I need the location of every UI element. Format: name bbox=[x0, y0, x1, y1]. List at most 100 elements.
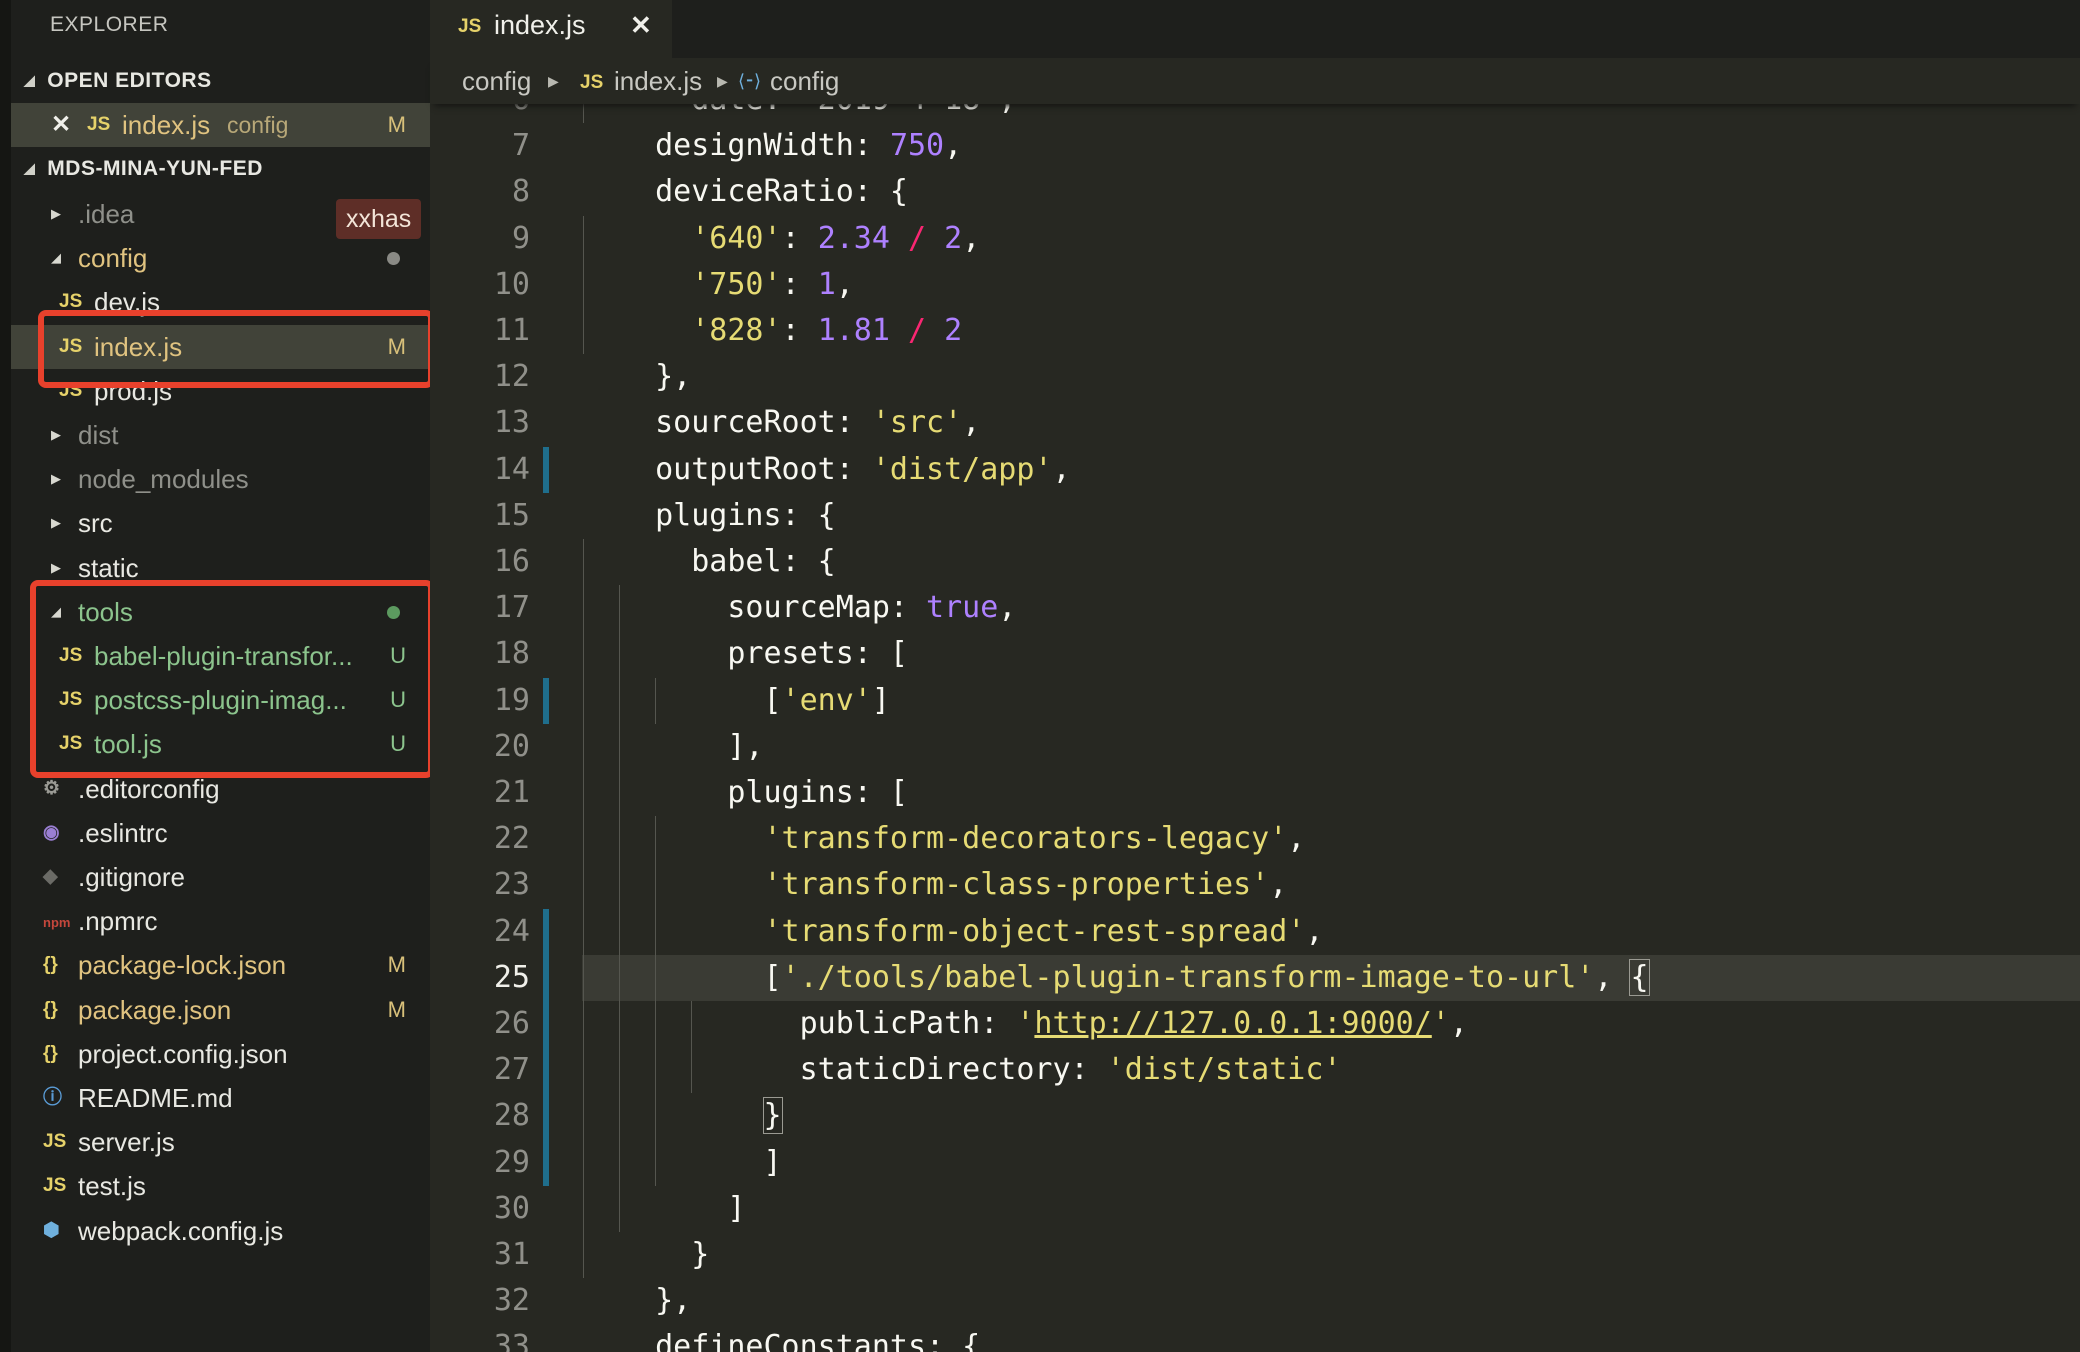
tab-index-js[interactable]: JS index.js ✕ bbox=[430, 0, 672, 58]
code-token: ], bbox=[619, 728, 764, 764]
code-line[interactable]: 'transform-object-rest-spread', bbox=[619, 909, 1324, 955]
line-number: 27 bbox=[493, 1052, 530, 1088]
tree-file[interactable]: {} package-lock.json M bbox=[11, 943, 430, 987]
breadcrumb-symbol[interactable]: config bbox=[770, 58, 839, 104]
code-line[interactable]: }, bbox=[619, 1278, 691, 1324]
git-change-marker[interactable] bbox=[543, 908, 549, 1186]
explorer-title: EXPLORER bbox=[50, 13, 169, 36]
tree-file[interactable]: ◉ .eslintrc bbox=[11, 811, 430, 855]
code-line[interactable]: publicPath: 'http://127.0.0.1:9000/', bbox=[619, 1001, 1468, 1047]
code-token: [ bbox=[619, 959, 782, 995]
code-editor[interactable]: 6 date: '2019-4-18', 7 designWidth: 750, 8… bbox=[430, 104, 2080, 1352]
tree-file[interactable]: ◆ .gitignore bbox=[11, 855, 430, 899]
code-line[interactable]: date: '2019-4-18', bbox=[619, 104, 1016, 123]
code-line[interactable]: ] bbox=[619, 1186, 745, 1232]
code-line[interactable]: presets: [ bbox=[619, 631, 908, 677]
open-editors-header[interactable]: ◢ OPEN EDITORS bbox=[24, 60, 212, 100]
line-number: 16 bbox=[493, 544, 530, 579]
tree-file[interactable]: ⓘ README.md bbox=[11, 1076, 430, 1120]
indent-guide bbox=[619, 1001, 621, 1048]
code-line[interactable]: '828': 1.81 / 2 bbox=[619, 308, 962, 354]
code-line[interactable]: 'transform-decorators-legacy', bbox=[619, 816, 1306, 862]
code-line[interactable]: sourceMap: true, bbox=[619, 585, 1016, 631]
code-line[interactable]: ], bbox=[619, 724, 764, 770]
code-token: publicPath: bbox=[619, 1006, 1017, 1041]
code-line[interactable]: plugins: { bbox=[619, 493, 836, 539]
chevron-right-icon: ▶ bbox=[51, 515, 61, 531]
code-line[interactable]: designWidth: 750, bbox=[619, 123, 962, 169]
code-line[interactable]: outputRoot: 'dist/app', bbox=[619, 447, 1070, 493]
indent-guide bbox=[619, 770, 621, 817]
code-line[interactable]: sourceRoot: 'src', bbox=[619, 400, 980, 446]
close-icon[interactable]: ✕ bbox=[51, 103, 71, 147]
indent-guide bbox=[583, 308, 584, 355]
code-line[interactable]: ['./tools/babel-plugin-transform-image-t… bbox=[619, 955, 1650, 1001]
code-token: presets: [ bbox=[619, 636, 908, 672]
code-token: 'dist/static' bbox=[1106, 1052, 1342, 1088]
code-line[interactable]: babel: { bbox=[619, 539, 836, 585]
code-token: : bbox=[781, 220, 818, 256]
code-line[interactable]: 'transform-class-properties', bbox=[619, 862, 1288, 908]
indent-guide bbox=[619, 1093, 621, 1140]
breadcrumb-folder[interactable]: config bbox=[462, 58, 531, 104]
code-token: }, bbox=[619, 359, 692, 395]
code-line[interactable]: deviceRatio: { bbox=[619, 169, 908, 215]
code-line[interactable]: '750': 1, bbox=[619, 262, 854, 308]
tree-file[interactable]: {} project.config.json bbox=[11, 1032, 430, 1076]
code-token: , bbox=[1594, 959, 1631, 995]
close-icon[interactable]: ✕ bbox=[630, 10, 652, 41]
tree-file[interactable]: {} package.json M bbox=[11, 988, 430, 1032]
tree-file[interactable]: ⬢ webpack.config.js bbox=[11, 1209, 430, 1253]
indent-guide bbox=[583, 1001, 584, 1048]
code-line[interactable]: staticDirectory: 'dist/static' bbox=[619, 1047, 1342, 1093]
chevron-right-icon: ▶ bbox=[717, 73, 728, 89]
tree-item-label: server.js bbox=[78, 1127, 175, 1158]
indent-guide bbox=[583, 1185, 584, 1232]
git-change-marker[interactable] bbox=[543, 677, 549, 724]
code-line[interactable]: plugins: [ bbox=[619, 770, 908, 816]
indent-guide bbox=[619, 816, 621, 863]
js-file-icon: JS bbox=[87, 114, 111, 135]
tree-item-label: package.json bbox=[78, 994, 232, 1025]
code-line[interactable]: }, bbox=[619, 354, 691, 400]
indent-guide bbox=[583, 261, 584, 308]
git-change-marker[interactable] bbox=[543, 446, 549, 493]
indent-guide bbox=[583, 723, 584, 770]
code-line[interactable]: ['env'] bbox=[619, 678, 889, 724]
code-token: '750' bbox=[691, 266, 782, 302]
code-token: , bbox=[944, 128, 963, 164]
tree-file[interactable]: npm .npmrc bbox=[11, 899, 430, 943]
code-token: plugins: [ bbox=[619, 775, 908, 810]
git-status-dot bbox=[387, 252, 400, 266]
code-token: , bbox=[1287, 821, 1306, 857]
tree-folder[interactable]: ▶ node_modules bbox=[11, 457, 430, 501]
tree-folder[interactable]: ◢ config bbox=[11, 236, 430, 280]
line-number: 8 bbox=[511, 174, 530, 210]
tree-item-label: .gitignore bbox=[78, 862, 185, 892]
code-line[interactable]: } bbox=[619, 1232, 709, 1278]
open-editor-index-js[interactable]: ✕ JS index.js config M bbox=[11, 103, 430, 147]
breadcrumb-file[interactable]: index.js bbox=[614, 58, 702, 104]
code-line[interactable]: '640': 2.34 / 2, bbox=[619, 216, 980, 262]
code-token: : bbox=[781, 266, 818, 302]
code-line[interactable]: defineConstants: { bbox=[619, 1324, 980, 1352]
code-line[interactable]: } bbox=[619, 1093, 783, 1139]
line-number: 12 bbox=[493, 359, 530, 395]
code-token: 750 bbox=[889, 128, 945, 164]
tab-label: index.js bbox=[494, 10, 586, 40]
indent-guide bbox=[583, 215, 584, 262]
code-line[interactable]: ] bbox=[619, 1140, 781, 1186]
git-status-badge: M bbox=[387, 952, 406, 978]
tree-file[interactable]: JS test.js bbox=[11, 1164, 430, 1208]
file-type-icon: ◆ bbox=[43, 866, 58, 887]
line-number: 10 bbox=[493, 266, 530, 302]
line-number: 29 bbox=[493, 1144, 530, 1180]
code-token: }, bbox=[619, 1283, 692, 1319]
tree-file[interactable]: JS server.js bbox=[11, 1120, 430, 1164]
tree-folder[interactable]: ▶ dist bbox=[11, 413, 430, 457]
indent-guide bbox=[655, 816, 657, 863]
project-header[interactable]: ◢ MDS-MINA-YUN-FED bbox=[24, 148, 263, 188]
tree-folder[interactable]: ▶ src bbox=[11, 501, 430, 545]
